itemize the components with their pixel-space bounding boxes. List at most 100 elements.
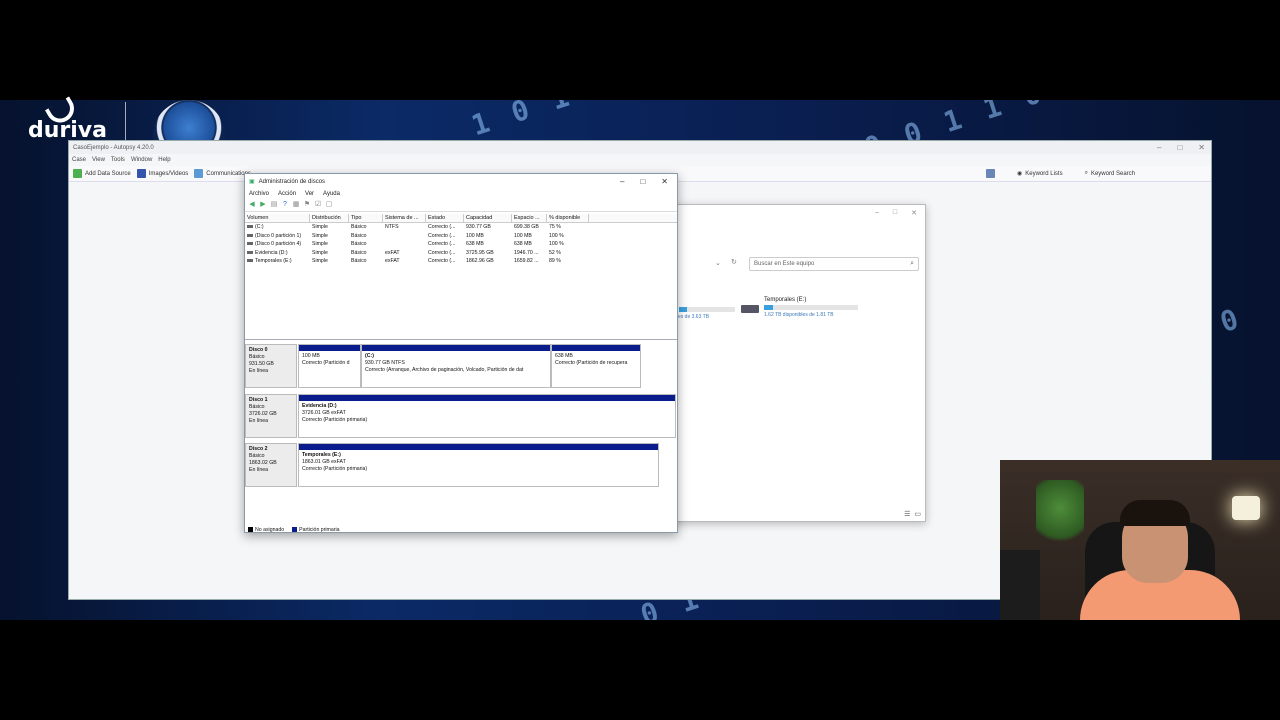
disk-label[interactable]: Disco 1 Básico 3726.02 GB En línea [245, 394, 297, 438]
tiles-view-icon[interactable]: ▭ [914, 510, 921, 518]
explorer-search-input[interactable]: Buscar en Este equipo ⌕ [749, 257, 919, 271]
communications-button[interactable]: Communications [194, 169, 251, 178]
disk-label[interactable]: Disco 0 Básico 931.50 GB En línea [245, 344, 297, 388]
primary-partition-swatch [292, 527, 298, 533]
images-videos-button[interactable]: Images/Videos [136, 169, 188, 178]
logo-divider [125, 102, 126, 142]
table-cell: Simple [312, 224, 328, 230]
search-icon: ⌕ [1084, 170, 1088, 176]
minimize-button[interactable]: – [875, 209, 879, 217]
column-header[interactable]: % disponible [547, 214, 589, 222]
maximize-button[interactable]: □ [640, 177, 645, 186]
partition-line2: Correcto (Partición de recupera [555, 360, 628, 366]
menu-archivo[interactable]: Archivo [249, 191, 269, 197]
disk-name: Disco 1 [249, 397, 268, 403]
partition-info: Temporales (E:) 1863.01 GB exFAT Correcto … [299, 450, 658, 475]
menu-accion[interactable]: Acción [278, 191, 296, 197]
autopsy-titlebar: CasoEjemplo - Autopsy 4.20.0 – □ ✕ [69, 141, 1211, 154]
partition-block[interactable]: 638 MB Correcto (Partición de recupera [551, 344, 641, 388]
dm-titlebar: ▣ Administración de discos – □ ✕ [245, 174, 677, 189]
forward-arrow-icon[interactable]: ▶ [259, 201, 267, 209]
settings-icon[interactable]: ▢ [325, 201, 333, 209]
legend-primary-partition: Partición primaria [292, 527, 340, 533]
menu-case[interactable]: Case [72, 157, 86, 163]
keyword-lists-button[interactable]: ◉ Keyword Lists [1016, 170, 1063, 178]
drive-usage-bar [764, 305, 858, 310]
disk-status: En línea [249, 368, 269, 374]
table-cell: Correcto (... [428, 241, 456, 247]
maximize-button[interactable]: □ [893, 209, 897, 217]
partition-block[interactable]: Temporales (E:) 1863.01 GB exFAT Correcto … [298, 443, 659, 487]
table-cell: NTFS [385, 224, 399, 230]
minimize-button[interactable]: – [620, 177, 624, 186]
volume-icon [247, 225, 253, 229]
properties-icon[interactable]: ▤ [270, 201, 278, 209]
connect-icon[interactable]: ⚑ [303, 201, 311, 209]
shelf [1000, 550, 1040, 620]
help-icon[interactable]: ? [281, 201, 289, 209]
menu-view[interactable]: View [92, 157, 105, 163]
table-cell: Correcto (... [428, 258, 456, 264]
disk-type: Básico [249, 354, 265, 360]
film-icon [136, 169, 146, 178]
column-header[interactable]: Sistema de ... [383, 214, 426, 222]
partition-line2: Correcto (Partición d [302, 360, 350, 366]
eye-icon: ◉ [1016, 171, 1023, 177]
column-header[interactable]: Estado [426, 214, 464, 222]
explorer-address-row: ⌄ ↻ Buscar en Este equipo ⌕ [669, 257, 925, 271]
column-header[interactable]: Capacidad [464, 214, 512, 222]
disk-name: Disco 0 [249, 347, 268, 353]
table-row[interactable]: Temporales (E:) Simple Básico exFAT Correcto… [245, 257, 677, 266]
check-icon[interactable]: ☑ [314, 201, 322, 209]
partition-line2: Correcto (Arranque, Archivo de paginació… [365, 367, 524, 373]
disk-row: Disco 0 Básico 931.50 GB En línea [245, 344, 297, 388]
partition-block[interactable]: Evidencia (D:) 3726.01 GB exFAT Correcto (… [298, 394, 676, 438]
plant [1036, 480, 1084, 550]
keyword-search-button[interactable]: ⌕ Keyword Search [1085, 170, 1135, 177]
partition-line1: 100 MB [302, 353, 320, 359]
menu-window[interactable]: Window [131, 157, 152, 163]
partition-block[interactable]: 100 MB Correcto (Partición d [298, 344, 361, 388]
partition-line2: Correcto (Partición primaria) [302, 466, 368, 472]
table-row[interactable]: (Disco 0 partición 4) Simple Básico Correct… [245, 240, 677, 249]
table-row[interactable]: (Disco 0 partición 1) Simple Básico Correct… [245, 232, 677, 241]
close-button[interactable]: ✕ [911, 209, 917, 217]
partition-block[interactable]: (C:) 930.77 GB NTFS Correcto (Arranque, Ar… [361, 344, 551, 388]
menu-tools[interactable]: Tools [111, 157, 125, 163]
add-data-source-button[interactable]: Add Data Source [73, 169, 131, 178]
close-button[interactable]: ✕ [661, 177, 668, 186]
maximize-button[interactable]: □ [1177, 143, 1182, 152]
column-header[interactable]: Tipo [349, 214, 383, 222]
table-row[interactable]: Evidencia (D:) Simple Básico exFAT Correcto … [245, 249, 677, 258]
partition-info: Evidencia (D:) 3726.01 GB exFAT Correcto (… [299, 401, 675, 426]
back-arrow-icon[interactable]: ◀ [248, 201, 256, 209]
column-header[interactable]: Volumen [245, 214, 310, 222]
details-view-icon[interactable]: ☰ [904, 510, 910, 518]
minimize-button[interactable]: – [1157, 143, 1161, 152]
mail-icon[interactable] [985, 169, 995, 178]
partition-info: 638 MB Correcto (Partición de recupera [552, 351, 640, 369]
menu-ayuda[interactable]: Ayuda [323, 191, 340, 197]
disk-management-icon: ▣ [249, 179, 255, 185]
disk-graphical-view: No asignado Partición primaria Disco 0 Bá… [245, 340, 677, 533]
plus-icon [73, 169, 82, 178]
disk-label[interactable]: Disco 2 Básico 1863.02 GB En línea [245, 443, 297, 487]
table-cell: Básico [351, 241, 367, 247]
volume-icon [247, 259, 253, 263]
close-button[interactable]: ✕ [1198, 143, 1205, 152]
list-view-icon[interactable]: ▦ [292, 201, 300, 209]
table-cell: Básico [351, 224, 367, 230]
table-cell: 100 % [549, 241, 564, 247]
drive-item-temporales[interactable]: Temporales (E:) 1.62 TB disponibles de 1… [741, 297, 858, 318]
table-cell: Correcto (... [428, 232, 456, 239]
menu-ver[interactable]: Ver [305, 191, 314, 197]
refresh-icon[interactable]: ↻ [731, 258, 737, 266]
table-row[interactable]: (C:) Simple Básico NTFS Correcto (... 930.77 … [245, 223, 677, 232]
column-header[interactable]: Distribución [310, 214, 349, 222]
column-header[interactable]: Espacio ... [512, 214, 547, 222]
menu-help[interactable]: Help [158, 157, 170, 163]
volume-icon [247, 250, 253, 254]
legend: No asignado Partición primaria [248, 527, 340, 533]
chevron-down-icon[interactable]: ⌄ [715, 259, 721, 267]
partition-info: (C:) 930.77 GB NTFS Correcto (Arranque, Ar… [362, 351, 550, 376]
